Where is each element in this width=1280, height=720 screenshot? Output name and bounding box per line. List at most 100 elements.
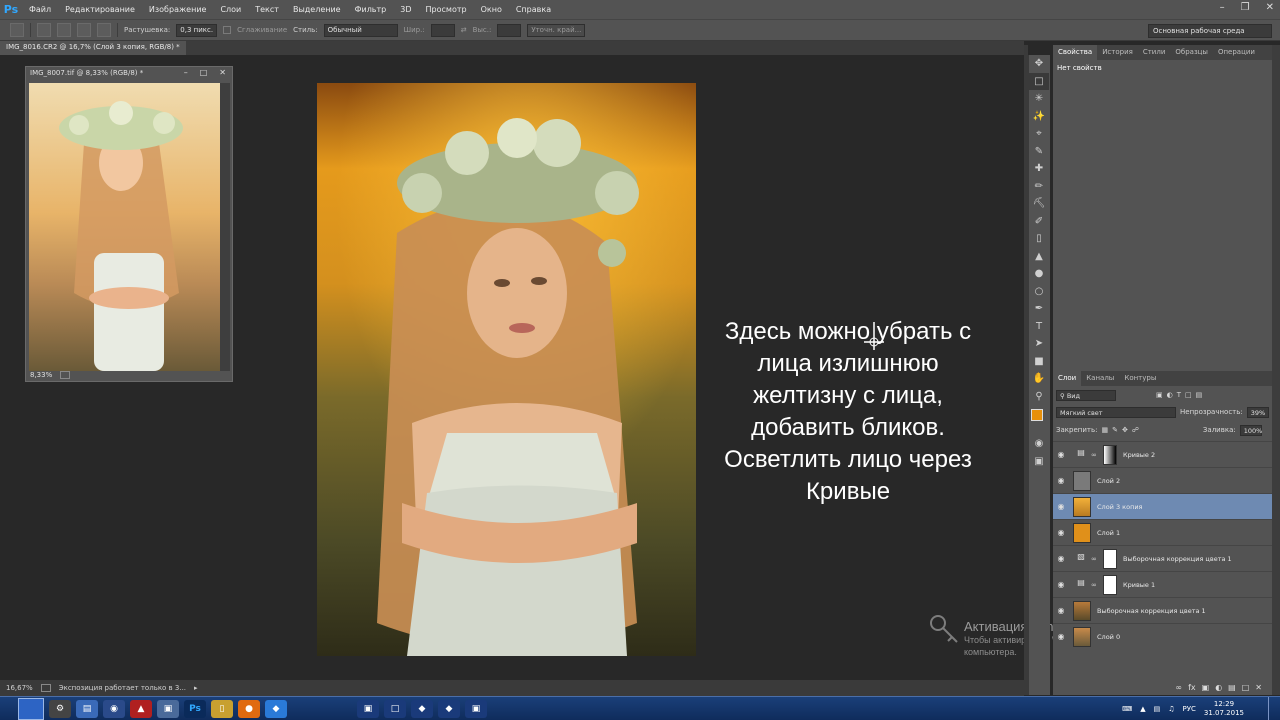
status-icon[interactable]: [40, 684, 51, 692]
layer-row[interactable]: ◉ Слой 0: [1053, 623, 1272, 649]
menu-file[interactable]: Файл: [22, 5, 58, 14]
layer-row[interactable]: ◉ ▧ ∞ Выборочная коррекция цвета 1: [1053, 545, 1272, 571]
blend-mode-select[interactable]: Мягкий свет: [1056, 406, 1176, 418]
layer-row-selected[interactable]: ◉ Слой 3 копия: [1053, 493, 1272, 519]
eye-icon[interactable]: ◉: [1053, 580, 1069, 589]
lock-pixels-icon[interactable]: ✎: [1112, 426, 1118, 434]
brush-tool-icon[interactable]: ✏: [1029, 178, 1049, 196]
monitor-icon[interactable]: ▣: [157, 699, 179, 718]
marquee-tool-icon[interactable]: □: [1029, 72, 1049, 90]
taskbar-app-icon[interactable]: ▣: [357, 699, 379, 718]
menu-view[interactable]: Просмотр: [419, 5, 474, 14]
layer-row[interactable]: ◉ Слой 1: [1053, 519, 1272, 545]
history-brush-tool-icon[interactable]: ✐: [1029, 213, 1049, 231]
delete-layer-icon[interactable]: ✕: [1255, 683, 1262, 692]
new-layer-icon[interactable]: □: [1242, 683, 1250, 692]
foreground-color-swatch[interactable]: [1031, 409, 1043, 421]
floating-document-image[interactable]: [29, 83, 220, 371]
photoshop-taskbar-icon[interactable]: Ps: [184, 699, 206, 718]
floating-document-window[interactable]: IMG_8007.tif @ 8,33% (RGB/8) * – □ ✕ 8,3…: [25, 66, 233, 382]
pen-tool-icon[interactable]: ✒: [1029, 300, 1049, 318]
tab-styles[interactable]: Стили: [1138, 45, 1171, 60]
filter-pixel-icon[interactable]: ▣: [1156, 391, 1163, 399]
opacity-input[interactable]: 39%: [1246, 406, 1269, 418]
hand-tool-icon[interactable]: ✋: [1029, 370, 1049, 388]
status-info[interactable]: Экспозиция работает только в 3...: [59, 684, 186, 692]
shape-tool-icon[interactable]: ■: [1029, 353, 1049, 371]
feather-input[interactable]: 0,3 пикс.: [176, 23, 218, 37]
menu-image[interactable]: Изображение: [142, 5, 214, 14]
restore-icon[interactable]: □: [200, 68, 208, 77]
taskbar-app-icon[interactable]: ▣: [465, 699, 487, 718]
fx-icon[interactable]: fx: [1188, 683, 1196, 692]
move-tool-icon[interactable]: ✥: [1029, 55, 1049, 73]
dodge-tool-icon[interactable]: ○: [1029, 283, 1049, 301]
app-blue-icon[interactable]: ◆: [265, 699, 287, 718]
path-select-tool-icon[interactable]: ➤: [1029, 335, 1049, 353]
minimize-icon[interactable]: –: [184, 68, 188, 77]
link-icon[interactable]: ∞: [1091, 451, 1099, 459]
smooth-checkbox[interactable]: [223, 26, 232, 34]
eye-icon[interactable]: ◉: [1053, 528, 1069, 537]
tab-history[interactable]: История: [1097, 45, 1138, 60]
layer-mask-thumbnail[interactable]: [1103, 548, 1117, 569]
show-desktop-button[interactable]: [1268, 697, 1280, 720]
firefox-icon[interactable]: ●: [238, 699, 260, 718]
tab-paths[interactable]: Контуры: [1119, 371, 1161, 386]
screen-mode-icon[interactable]: ▣: [1029, 453, 1049, 471]
layer-mask-thumbnail[interactable]: [1103, 574, 1117, 595]
layer-mask-thumbnail[interactable]: [1103, 444, 1117, 465]
explorer-icon[interactable]: ▤: [76, 699, 98, 718]
menu-3d[interactable]: 3D: [393, 5, 418, 14]
menu-filter[interactable]: Фильтр: [348, 5, 394, 14]
menu-select[interactable]: Выделение: [286, 5, 348, 14]
tray-arrow-icon[interactable]: ▲: [1140, 705, 1145, 713]
eye-icon[interactable]: ◉: [1053, 476, 1069, 485]
quick-mask-icon[interactable]: ◉: [1029, 435, 1049, 453]
refine-edge-button[interactable]: Уточн. край...: [527, 23, 586, 37]
workspace-select[interactable]: Основная рабочая среда: [1148, 24, 1272, 38]
marquee-preset-icon[interactable]: [10, 23, 24, 37]
language-indicator[interactable]: РУС: [1183, 705, 1196, 713]
filter-shape-icon[interactable]: □: [1185, 391, 1192, 399]
menu-layers[interactable]: Слои: [213, 5, 248, 14]
tab-actions[interactable]: Операции: [1213, 45, 1260, 60]
height-input[interactable]: [497, 23, 522, 37]
tab-properties[interactable]: Свойства: [1053, 45, 1098, 60]
zoom-value[interactable]: 16,67%: [6, 684, 33, 692]
floating-window-scrollbar[interactable]: [220, 83, 230, 371]
clock[interactable]: 12:29 31.07.2015: [1204, 700, 1244, 718]
lock-all-icon[interactable]: ☍: [1132, 426, 1139, 434]
layer-row[interactable]: ◉ ▤ ∞ Кривые 1: [1053, 571, 1272, 597]
network-icon[interactable]: ▤: [1154, 705, 1161, 713]
crop-tool-icon[interactable]: ⌖: [1029, 125, 1049, 143]
menu-edit[interactable]: Редактирование: [58, 5, 142, 14]
add-selection-icon[interactable]: [57, 23, 71, 37]
lasso-tool-icon[interactable]: ✳: [1029, 90, 1049, 108]
add-mask-icon[interactable]: ▣: [1202, 683, 1210, 692]
lock-transparency-icon[interactable]: ▦: [1101, 426, 1108, 434]
eye-icon[interactable]: ◉: [1053, 606, 1069, 615]
style-select[interactable]: Обычный: [323, 23, 398, 37]
floating-zoom-value[interactable]: 8,33%: [30, 371, 52, 379]
menu-help[interactable]: Справка: [509, 5, 558, 14]
floating-window-titlebar[interactable]: IMG_8007.tif @ 8,33% (RGB/8) * – □ ✕: [26, 67, 232, 81]
link-layers-icon[interactable]: ∞: [1175, 683, 1182, 692]
start-button[interactable]: [18, 697, 44, 720]
app-icon[interactable]: ⚙: [49, 699, 71, 718]
subtract-selection-icon[interactable]: [77, 23, 91, 37]
healing-tool-icon[interactable]: ✚: [1029, 160, 1049, 178]
swap-icon[interactable]: ⇄: [461, 26, 467, 34]
folder-icon[interactable]: ▯: [211, 699, 233, 718]
layer-row[interactable]: ◉ Выборочная коррекция цвета 1: [1053, 597, 1272, 623]
keyboard-icon[interactable]: ⌨: [1122, 705, 1132, 713]
layer-kind-filter[interactable]: ⚲ Вид: [1056, 389, 1116, 401]
intersect-selection-icon[interactable]: [97, 23, 111, 37]
document-tab[interactable]: IMG_8016.CR2 @ 16,7% (Слой 3 копия, RGB/…: [0, 41, 186, 55]
restore-icon[interactable]: ❐: [1241, 2, 1250, 13]
status-arrow-icon[interactable]: [60, 371, 71, 379]
new-selection-icon[interactable]: [37, 23, 51, 37]
volume-icon[interactable]: ♫: [1168, 705, 1174, 713]
eye-icon[interactable]: ◉: [1053, 450, 1069, 459]
menu-window[interactable]: Окно: [474, 5, 509, 14]
